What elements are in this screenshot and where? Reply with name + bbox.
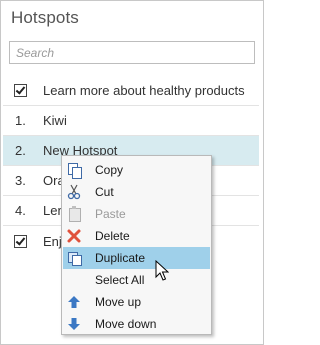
panel-title: Hotspots bbox=[11, 8, 79, 27]
menu-item-delete[interactable]: Delete bbox=[63, 225, 210, 247]
menu-item-move-down[interactable]: Move down bbox=[63, 313, 210, 335]
list-item-number: 2. bbox=[15, 143, 26, 158]
menu-item-copy[interactable]: Copy bbox=[63, 159, 210, 181]
delete-x-icon bbox=[66, 228, 82, 244]
checkbox-checked[interactable] bbox=[14, 84, 27, 97]
scissors-icon bbox=[66, 184, 82, 200]
menu-item-label: Delete bbox=[95, 229, 130, 243]
menu-item-label: Copy bbox=[95, 163, 124, 177]
menu-item-label: Duplicate bbox=[95, 251, 146, 265]
copy-icon bbox=[66, 162, 82, 179]
menu-item-cut[interactable]: Cut bbox=[63, 181, 210, 203]
mouse-cursor-icon bbox=[155, 260, 169, 281]
menu-item-label: Paste bbox=[95, 207, 126, 221]
arrow-down-icon bbox=[66, 316, 82, 332]
arrow-up-icon bbox=[66, 294, 82, 310]
list-item-number: 3. bbox=[15, 173, 26, 188]
checkbox-checked[interactable] bbox=[14, 234, 27, 248]
search-input[interactable] bbox=[10, 42, 258, 63]
search-box[interactable] bbox=[9, 41, 258, 64]
menu-item-move-up[interactable]: Move up bbox=[63, 291, 210, 313]
paste-icon bbox=[66, 206, 82, 222]
menu-item-label: Move up bbox=[95, 295, 142, 309]
context-menu: Copy Cut Paste Delete Duplicate Select A… bbox=[61, 155, 212, 335]
menu-item-label: Move down bbox=[95, 317, 157, 331]
menu-item-duplicate[interactable]: Duplicate bbox=[63, 247, 210, 269]
list-item-number: 1. bbox=[15, 113, 26, 128]
menu-item-label: Cut bbox=[95, 185, 114, 199]
menu-item-select-all[interactable]: Select All bbox=[63, 269, 210, 291]
list-item-number: 4. bbox=[15, 203, 26, 218]
menu-item-paste[interactable]: Paste bbox=[63, 203, 210, 225]
list-item-label: Learn more about healthy products bbox=[43, 83, 245, 98]
list-item[interactable]: 1. Kiwi bbox=[3, 106, 259, 136]
list-item-label: Kiwi bbox=[43, 113, 67, 128]
list-item-check[interactable]: Learn more about healthy products bbox=[3, 76, 259, 106]
duplicate-icon bbox=[66, 250, 82, 266]
menu-item-label: Select All bbox=[95, 273, 145, 287]
